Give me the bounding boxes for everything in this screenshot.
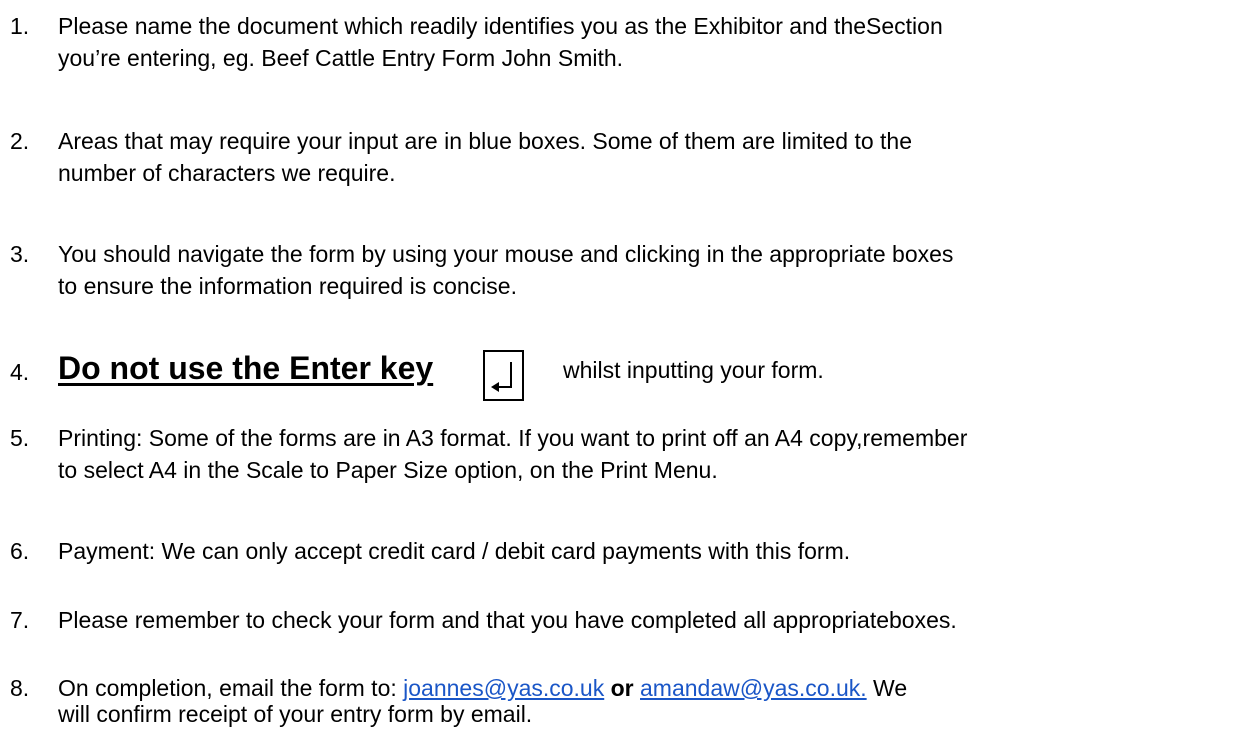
item-number: 5. [10, 425, 30, 451]
item-text: Areas that may require your input are in… [58, 125, 1254, 189]
item-line: to ensure the information required is co… [58, 273, 517, 299]
item-line: Areas that may require your input are in… [58, 128, 912, 154]
email-suffix: We [866, 675, 908, 701]
item-line: to select A4 in the Scale to Paper Size … [58, 457, 718, 483]
item-line: number of characters we require. [58, 160, 396, 186]
list-item-4: 4. Do not use the Enter key whilst input… [0, 350, 1259, 406]
item-number: 3. [10, 241, 30, 267]
item-text: On completion, email the form to: joanne… [58, 672, 1254, 730]
item-line: You should navigate the form by using yo… [58, 241, 954, 267]
item-line: Please name the document which readily i… [58, 13, 943, 39]
item-number: 8. [10, 675, 30, 701]
item-number: 2. [10, 128, 30, 154]
item-text: whilst inputting your form. [563, 357, 824, 383]
item-number: 4. [10, 359, 30, 385]
item-text: Payment: We can only accept credit card … [58, 535, 1254, 567]
warning-heading: Do not use the Enter key [58, 350, 434, 386]
item-text: You should navigate the form by using yo… [58, 238, 1254, 302]
item-line: you’re entering, eg. Beef Cattle Entry F… [58, 45, 624, 71]
item-text: Please remember to check your form and t… [58, 604, 1254, 636]
email-link-amandaw[interactable]: amandaw@yas.co.uk. [640, 675, 867, 701]
item-line: Payment: We can only accept credit card … [58, 538, 851, 564]
or-text: or [610, 675, 634, 701]
item-number: 7. [10, 607, 30, 633]
item-text: Printing: Some of the forms are in A3 fo… [58, 422, 1254, 486]
item-number: 1. [10, 13, 30, 39]
item-number: 6. [10, 538, 30, 564]
enter-key-icon [483, 350, 524, 401]
item-line: Please remember to check your form and t… [58, 607, 957, 633]
item-line: Printing: Some of the forms are in A3 fo… [58, 425, 968, 451]
item-text: Please name the document which readily i… [58, 10, 1254, 74]
